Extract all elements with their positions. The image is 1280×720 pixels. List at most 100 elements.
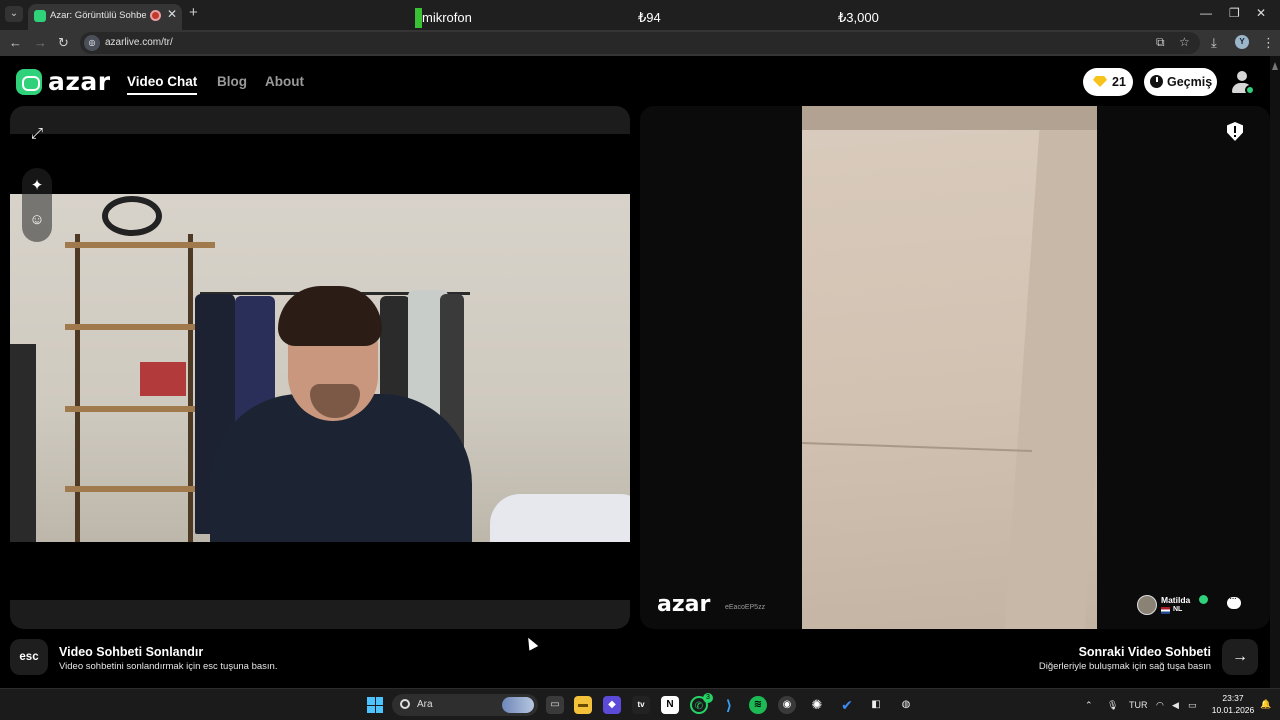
mouse-cursor-icon [523, 635, 539, 651]
shelf [65, 406, 215, 412]
url-text: azarlive.com/tr/ [105, 37, 173, 48]
chatgpt-icon[interactable]: ✺ [808, 696, 826, 714]
taskbar-search[interactable]: Ara [392, 694, 538, 716]
azar-favicon [34, 10, 46, 22]
browser-profile-avatar[interactable]: Y [1235, 35, 1249, 49]
chair [10, 344, 36, 542]
notification-bell-icon[interactable]: 🔔 [1260, 699, 1271, 710]
nav-about[interactable]: About [265, 74, 304, 89]
wall-crease [802, 441, 1032, 453]
start-button-icon[interactable] [367, 697, 383, 713]
forward-icon[interactable]: → [34, 35, 47, 50]
shelf [65, 486, 215, 492]
search-highlight-image [502, 697, 534, 713]
gems-count: 21 [1112, 75, 1126, 89]
tray-overflow-icon[interactable]: ⌃ [1085, 700, 1093, 711]
expand-icon[interactable]: ⤢ [22, 119, 52, 149]
user-profile-avatar[interactable] [1229, 69, 1255, 95]
logo-text: azar [48, 67, 111, 96]
shelf-post [75, 234, 80, 542]
partner-country: NL [1173, 606, 1183, 613]
ceiling-edge [802, 106, 1097, 130]
tab-search-button[interactable]: ⌄ [5, 6, 23, 22]
report-shield-mark [1234, 126, 1236, 133]
shelf-post [188, 234, 193, 542]
maximize-window-icon[interactable]: ❐ [1229, 6, 1240, 20]
vscode-icon[interactable]: ⟩ [720, 696, 738, 714]
new-tab-button[interactable]: + [189, 4, 198, 21]
gems-button[interactable]: 21 [1083, 68, 1133, 96]
install-app-icon[interactable]: ⧉ [1156, 35, 1165, 50]
person-hair [278, 286, 382, 346]
page-scrollbar[interactable] [1270, 56, 1280, 688]
windows-taskbar: Ara ▭ ▬ ◆ tv N ✆ 3 ⟩ ≋ ◉ ✺ ✔ ◧ ◍ ⌃ 🎙 TUR… [0, 688, 1280, 720]
end-chat-subtitle: Video sohbetini sonlandırmak için esc tu… [59, 661, 278, 672]
face-filter-icon[interactable]: ☺ [22, 205, 52, 235]
apple-tv-icon[interactable]: tv [632, 696, 650, 714]
search-icon [400, 699, 410, 709]
task-view-icon[interactable]: ▭ [546, 696, 564, 714]
partner-avatar [1137, 595, 1157, 615]
nav-blog[interactable]: Blog [217, 74, 247, 89]
next-chat-arrow-button[interactable]: → [1222, 639, 1258, 675]
clock-date[interactable]: 10.01.2026 [1207, 705, 1259, 715]
battery-icon[interactable]: ▭ [1188, 700, 1197, 711]
my-camera-video [10, 194, 630, 542]
history-button[interactable]: Geçmiş [1144, 68, 1217, 96]
reload-icon[interactable]: ↻ [58, 35, 69, 51]
tab-title: Azar: Görüntülü Sohbet & V [50, 10, 146, 21]
volume-icon[interactable]: ◀ [1172, 700, 1179, 711]
netherlands-flag-icon [1161, 607, 1170, 614]
address-bar[interactable]: ◎ azarlive.com/tr/ ⧉ ☆ [80, 32, 1200, 54]
minimize-window-icon[interactable]: — [1200, 6, 1212, 20]
app-cube-icon[interactable]: ◧ [867, 696, 885, 714]
shelf [65, 242, 215, 248]
spotify-icon[interactable]: ≋ [749, 696, 767, 714]
end-chat-esc-button[interactable]: esc [10, 639, 48, 675]
microphone-icon[interactable]: 🎙 [1107, 700, 1118, 711]
my-camera-panel: ⤢ ✦ ☺ [10, 106, 630, 629]
mic-overlay: mikrofon [415, 8, 472, 28]
azar-page: azar Video Chat Blog About 21 Geçmiş ⤢ ✦… [0, 56, 1280, 688]
chrome-icon[interactable]: ◉ [778, 696, 796, 714]
overlay-amount-small: ₺94 [638, 10, 661, 25]
search-placeholder: Ara [417, 699, 433, 710]
session-code: eEacoEP5zz [725, 604, 766, 611]
azar-logo-icon [16, 69, 42, 95]
whatsapp-badge: 3 [703, 693, 713, 703]
side-wall [1004, 130, 1097, 629]
partner-camera-panel: azar eEacoEP5zz Matilda NL [640, 106, 1270, 629]
history-label: Geçmiş [1167, 75, 1213, 89]
browser-tab-azar[interactable]: Azar: Görüntülü Sohbet & V ✕ [28, 4, 182, 30]
language-indicator[interactable]: TUR [1129, 700, 1148, 710]
clock-time[interactable]: 23:37 [1213, 693, 1253, 703]
sparkle-effects-icon[interactable]: ✦ [22, 171, 52, 201]
file-explorer-icon[interactable]: ▬ [574, 696, 592, 714]
notion-icon[interactable]: N [661, 696, 679, 714]
mic-label: mikrofon [422, 10, 472, 25]
steering-wheel [102, 196, 162, 236]
obs-icon[interactable]: ◍ [897, 696, 915, 714]
browser-menu-icon[interactable]: ⋮ [1262, 35, 1275, 51]
online-status-dot [1245, 85, 1255, 95]
wifi-icon[interactable]: ◠ [1156, 700, 1164, 711]
avatar-head [1237, 71, 1247, 81]
next-chat-title: Sonraki Video Sohbeti [1078, 645, 1211, 659]
site-info-icon[interactable]: ◎ [84, 35, 100, 51]
downloads-icon[interactable]: ⤓ [1211, 35, 1217, 51]
recording-indicator-icon [150, 10, 161, 21]
pillow [490, 494, 630, 542]
back-icon[interactable]: ← [9, 35, 22, 50]
red-boxes [140, 362, 186, 396]
close-window-icon[interactable]: ✕ [1256, 6, 1266, 20]
todo-check-icon[interactable]: ✔ [838, 696, 856, 714]
partner-camera-video [802, 106, 1097, 629]
app-icon[interactable]: ◆ [603, 696, 621, 714]
clock-icon [1150, 75, 1163, 88]
bookmark-star-icon[interactable]: ☆ [1179, 35, 1190, 49]
close-tab-icon[interactable]: ✕ [167, 7, 177, 21]
nav-video-chat[interactable]: Video Chat [127, 74, 198, 95]
shelf [65, 324, 215, 330]
chat-bubble-icon[interactable] [1227, 593, 1241, 609]
browser-tab-strip: ⌄ Azar: Görüntülü Sohbet & V ✕ + mikrofo… [0, 0, 1280, 30]
